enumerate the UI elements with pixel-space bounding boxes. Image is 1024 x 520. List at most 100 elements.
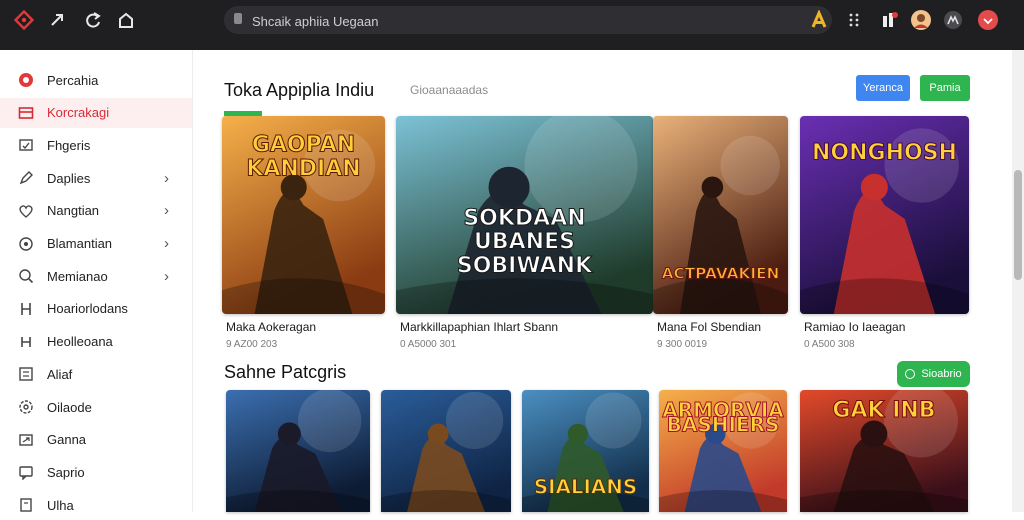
list-icon (18, 366, 34, 382)
scrollbar[interactable] (1012, 50, 1024, 512)
poster-title-text: SOKDAAN (463, 206, 585, 231)
h-box-icon (18, 334, 34, 350)
featured-subtitle: Gioaanaaadas (410, 83, 489, 97)
featured-card-meta: 9 300 0019 (657, 339, 708, 350)
export-icon (18, 432, 34, 448)
info-icon (18, 497, 34, 513)
poster-title-text: UBANES (474, 230, 575, 255)
more-vertical-icon[interactable] (843, 9, 865, 31)
address-input[interactable] (250, 10, 814, 32)
chevron-right-icon: › (164, 169, 169, 187)
poster-title-text: SOBIWANK (457, 253, 593, 278)
storefront-icon (18, 105, 34, 121)
game-poster-image: ACTPAVAKIEN (653, 116, 788, 314)
app-logo-icon[interactable] (13, 9, 35, 31)
sidebar-item-label: Aliaf (47, 366, 73, 382)
featured-accent-tab (224, 111, 262, 116)
sidebar: Percahia Korcrakagi Fhgeris Daplies › Nangtia… (0, 50, 193, 513)
chevron-right-icon: › (164, 235, 169, 252)
chat-icon (18, 464, 34, 481)
sidebar-item-label: Hoariorlodans (47, 301, 128, 317)
featured-card-meta: 0 A500 308 (804, 339, 855, 350)
poster-title-text: GAOPAN (252, 133, 355, 158)
category-game-card[interactable]: GAK INB (800, 390, 968, 512)
sidebar-item-label: Heolleoana (47, 334, 113, 350)
account-icon[interactable] (942, 9, 964, 31)
featured-game-card[interactable]: ACTPAVAKIEN (653, 116, 788, 314)
sidebar-item[interactable]: Ganna (0, 425, 192, 455)
categories-button[interactable]: Sioabrio (897, 361, 970, 387)
sidebar-item[interactable]: Fhgeris (0, 130, 192, 160)
avatar[interactable] (910, 9, 932, 31)
lock-icon (234, 13, 242, 24)
sidebar-item[interactable]: Blamantian › (0, 229, 192, 259)
heart-icon (18, 203, 34, 219)
sidebar-item[interactable]: Hoariorlodans (0, 294, 192, 324)
sidebar-item[interactable]: Saprio (0, 457, 192, 487)
sidebar-item-label: Korcrakagi (47, 105, 110, 121)
notification-icon[interactable] (879, 9, 901, 31)
forward-icon[interactable] (47, 9, 69, 31)
sidebar-item-label: Memianao (47, 268, 108, 284)
game-poster-image (381, 390, 511, 512)
sidebar-item-label: Oilaode (47, 399, 92, 415)
category-game-card[interactable] (226, 390, 370, 512)
sidebar-item-label: Blamantian (47, 236, 113, 251)
featured-card-title[interactable]: Maka Aokeragan (226, 320, 316, 334)
poster-title-text: GAK INB (832, 398, 935, 423)
sidebar-item[interactable]: Daplies › (0, 163, 192, 193)
featured-title: Toka Appiplia Indiu (224, 80, 375, 100)
sidebar-item[interactable]: Ulha (0, 490, 192, 520)
category-game-card[interactable]: SIALIANS (522, 390, 649, 512)
game-poster-image: NONGHOSH (800, 116, 969, 314)
circle-icon (905, 369, 916, 379)
reload-icon[interactable] (82, 9, 104, 31)
magnifier-icon (18, 268, 34, 284)
featured-game-card[interactable]: NONGHOSH (800, 116, 969, 314)
featured-card-meta: 0 A5000 301 (400, 339, 457, 350)
tag-icon (18, 137, 34, 153)
poster-title-text: SIALIANS (534, 476, 637, 499)
scrollbar-thumb[interactable] (1014, 170, 1022, 280)
featured-game-card[interactable]: SOKDAAN UBANES SOBIWANK (396, 116, 653, 314)
sidebar-item[interactable]: Percahia (0, 65, 192, 95)
sidebar-item-label: Nangtian (47, 203, 100, 219)
menu-circle-icon[interactable] (977, 9, 999, 31)
pen-icon (18, 170, 34, 186)
sidebar-item-label: Percahia (47, 72, 99, 88)
gamepad-icon (18, 236, 34, 252)
sidebar-item[interactable]: Nangtian › (0, 196, 192, 226)
game-poster-image: ARMORVIABASHIERS (659, 390, 787, 512)
featured-card-title[interactable]: Ramiao Io Iaeagan (804, 320, 905, 334)
sidebar-item-label: Daplies (47, 170, 91, 186)
game-poster-image: SOKDAANUBANESSOBIWANK (396, 116, 653, 314)
poster-title-text: ACTPAVAKIEN (662, 264, 780, 282)
featured-card-title[interactable]: Markkillapaphian Ihlart Sbann (400, 320, 558, 334)
home-icon[interactable] (115, 9, 137, 31)
profile-extension-icon[interactable] (808, 9, 830, 31)
game-poster-image: GAK INB (800, 390, 968, 512)
poster-title-text: BASHIERS (667, 412, 780, 436)
category-game-card[interactable] (381, 390, 511, 512)
browser-toolbar (0, 0, 1024, 50)
game-poster-image: GAOPANKANDIAN (222, 116, 385, 314)
address-bar[interactable] (224, 6, 832, 34)
sidebar-item-label: Saprio (47, 464, 85, 480)
sidebar-item[interactable]: Aliaf (0, 359, 192, 389)
categories-button-label: Sioabrio (921, 368, 962, 380)
featured-secondary-button[interactable]: Pamia (920, 75, 970, 101)
category-game-card[interactable]: ARMORVIA BASHIERS (659, 390, 787, 512)
featured-primary-button[interactable]: Yeranca (856, 75, 910, 101)
sidebar-item-label: Fhgeris (47, 137, 91, 153)
sidebar-item[interactable]: Oilaode (0, 392, 192, 422)
app-logo-icon (18, 72, 34, 88)
sidebar-item[interactable]: Korcrakagi (0, 97, 192, 128)
game-poster-image (226, 390, 370, 512)
sidebar-item[interactable]: Heolleoana (0, 327, 192, 357)
featured-card-title[interactable]: Mana Fol Sbendian (657, 320, 761, 334)
featured-game-card[interactable]: GAOPAN KANDIAN (222, 116, 385, 314)
chevron-right-icon: › (164, 202, 169, 220)
sidebar-item[interactable]: Memianao › (0, 261, 192, 291)
poster-title-text: NONGHOSH (812, 141, 957, 166)
sidebar-item-label: Ganna (47, 432, 87, 448)
